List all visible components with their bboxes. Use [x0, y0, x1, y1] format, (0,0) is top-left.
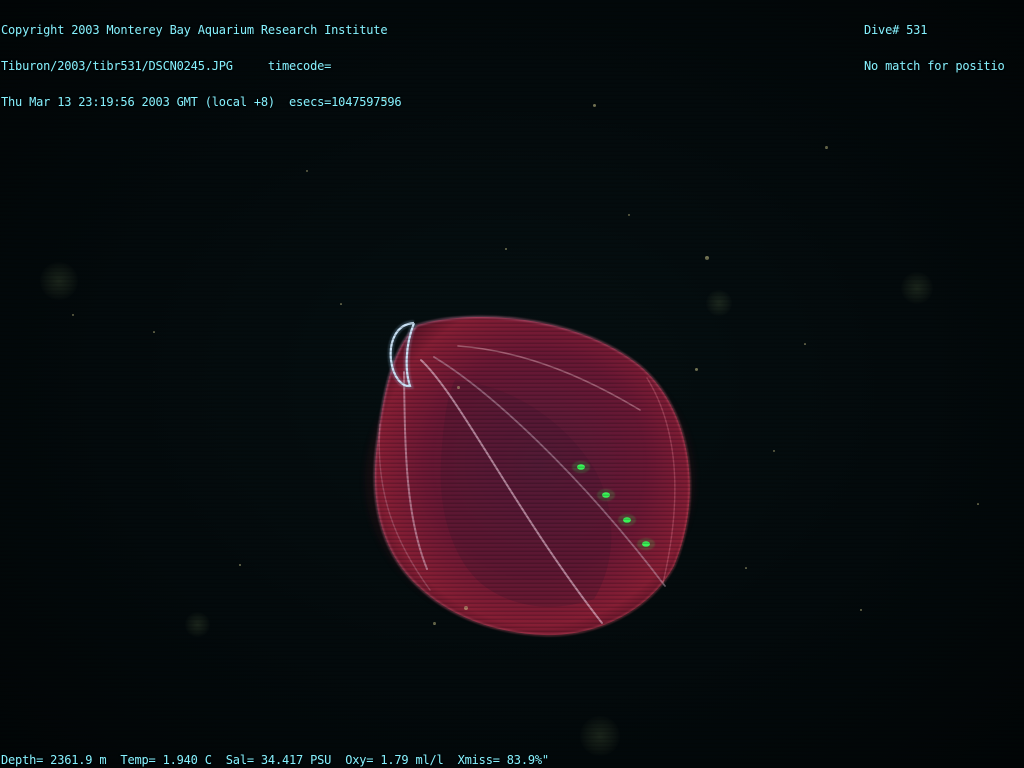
file-path-text: Tiburon/2003/tibr531/DSCN0245.JPG timeco…	[1, 59, 332, 73]
marine-snow-particle	[239, 564, 241, 566]
marine-snow-particle	[433, 622, 436, 625]
marine-snow-particle	[825, 146, 828, 149]
overlay-header-left: Copyright 2003 Monterey Bay Aquarium Res…	[1, 0, 402, 132]
marine-snow-particle	[773, 450, 775, 452]
blurred-particle	[901, 272, 933, 304]
blurred-particle	[40, 262, 78, 300]
marine-snow-particle	[593, 104, 596, 107]
blurred-particle	[706, 290, 732, 316]
marine-snow-particle	[340, 303, 342, 305]
sensor-readout: Depth= 2361.9 m Temp= 1.940 C Sal= 34.41…	[1, 753, 549, 767]
marine-snow-particle	[457, 386, 460, 389]
marine-snow-particle	[464, 606, 468, 610]
marine-snow-particle	[153, 331, 155, 333]
datetime-text: Thu Mar 13 23:19:56 2003 GMT (local +8) …	[1, 95, 402, 109]
copyright-text: Copyright 2003 Monterey Bay Aquarium Res…	[1, 23, 388, 37]
marine-snow-particle	[72, 314, 74, 316]
marine-snow-particle	[695, 368, 698, 371]
marine-snow-particle	[860, 609, 862, 611]
marine-snow-particle	[505, 248, 507, 250]
blurred-particle	[580, 716, 620, 756]
marine-snow-particle	[745, 567, 747, 569]
blurred-particle	[185, 612, 210, 637]
marine-snow-particle	[705, 256, 709, 260]
marine-snow-particle	[804, 343, 806, 345]
position-status-text: No match for positio	[864, 59, 1005, 73]
marine-snow-particle	[628, 214, 630, 216]
marine-snow-particle	[306, 170, 308, 172]
overlay-header-right: Dive# 531 No match for positio	[864, 0, 1005, 96]
dive-number-text: Dive# 531	[864, 23, 928, 37]
marine-snow-particle	[977, 503, 979, 505]
deep-sea-photo: Copyright 2003 Monterey Bay Aquarium Res…	[0, 0, 1024, 768]
